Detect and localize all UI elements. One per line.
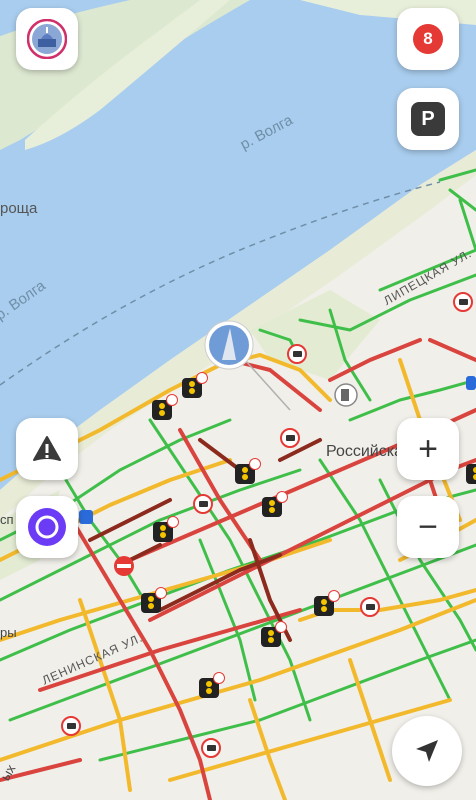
speed-camera-icon[interactable]: [287, 344, 307, 364]
traffic-light-icon: [153, 516, 179, 542]
my-location-button[interactable]: [392, 716, 462, 786]
road-alert-button[interactable]: [16, 418, 78, 480]
warning-triangle-icon: [33, 436, 61, 461]
speed-camera-icon[interactable]: [360, 597, 380, 617]
profile-button[interactable]: [16, 8, 78, 70]
zoom-in-button[interactable]: +: [397, 418, 459, 480]
speed-camera-icon[interactable]: [453, 292, 473, 312]
parking-button[interactable]: P: [397, 88, 459, 150]
speed-camera-icon[interactable]: [201, 738, 221, 758]
plus-icon: +: [418, 430, 438, 468]
edge-label-sp: сп: [0, 512, 14, 527]
edge-label-ry: ры: [0, 625, 17, 640]
grove-label: роща: [0, 200, 38, 217]
assistant-button[interactable]: [16, 496, 78, 558]
parking-icon: P: [411, 102, 445, 136]
zoom-out-button[interactable]: −: [397, 496, 459, 558]
traffic-light-icon: [314, 590, 340, 616]
speed-camera-icon[interactable]: [61, 716, 81, 736]
alice-assistant-icon: [28, 508, 66, 546]
traffic-light-icon: [262, 491, 288, 517]
fuel-station-icon: [334, 383, 358, 407]
traffic-light-icon: [152, 394, 178, 420]
traffic-score-badge: 8: [413, 24, 443, 54]
traffic-light-icon: [141, 587, 167, 613]
traffic-light-icon: [466, 464, 476, 484]
location-arrow-icon: [416, 740, 438, 762]
traffic-light-icon: [199, 672, 225, 698]
no-entry-icon: [114, 556, 134, 576]
minus-icon: −: [418, 508, 438, 546]
speed-camera-icon[interactable]: [280, 428, 300, 448]
traffic-score-button[interactable]: 8: [397, 8, 459, 70]
traffic-light-icon: [261, 621, 287, 647]
traffic-light-icon: [235, 458, 261, 484]
city-avatar-icon: [27, 19, 67, 59]
speed-camera-icon[interactable]: [193, 494, 213, 514]
traffic-light-icon: [182, 372, 208, 398]
